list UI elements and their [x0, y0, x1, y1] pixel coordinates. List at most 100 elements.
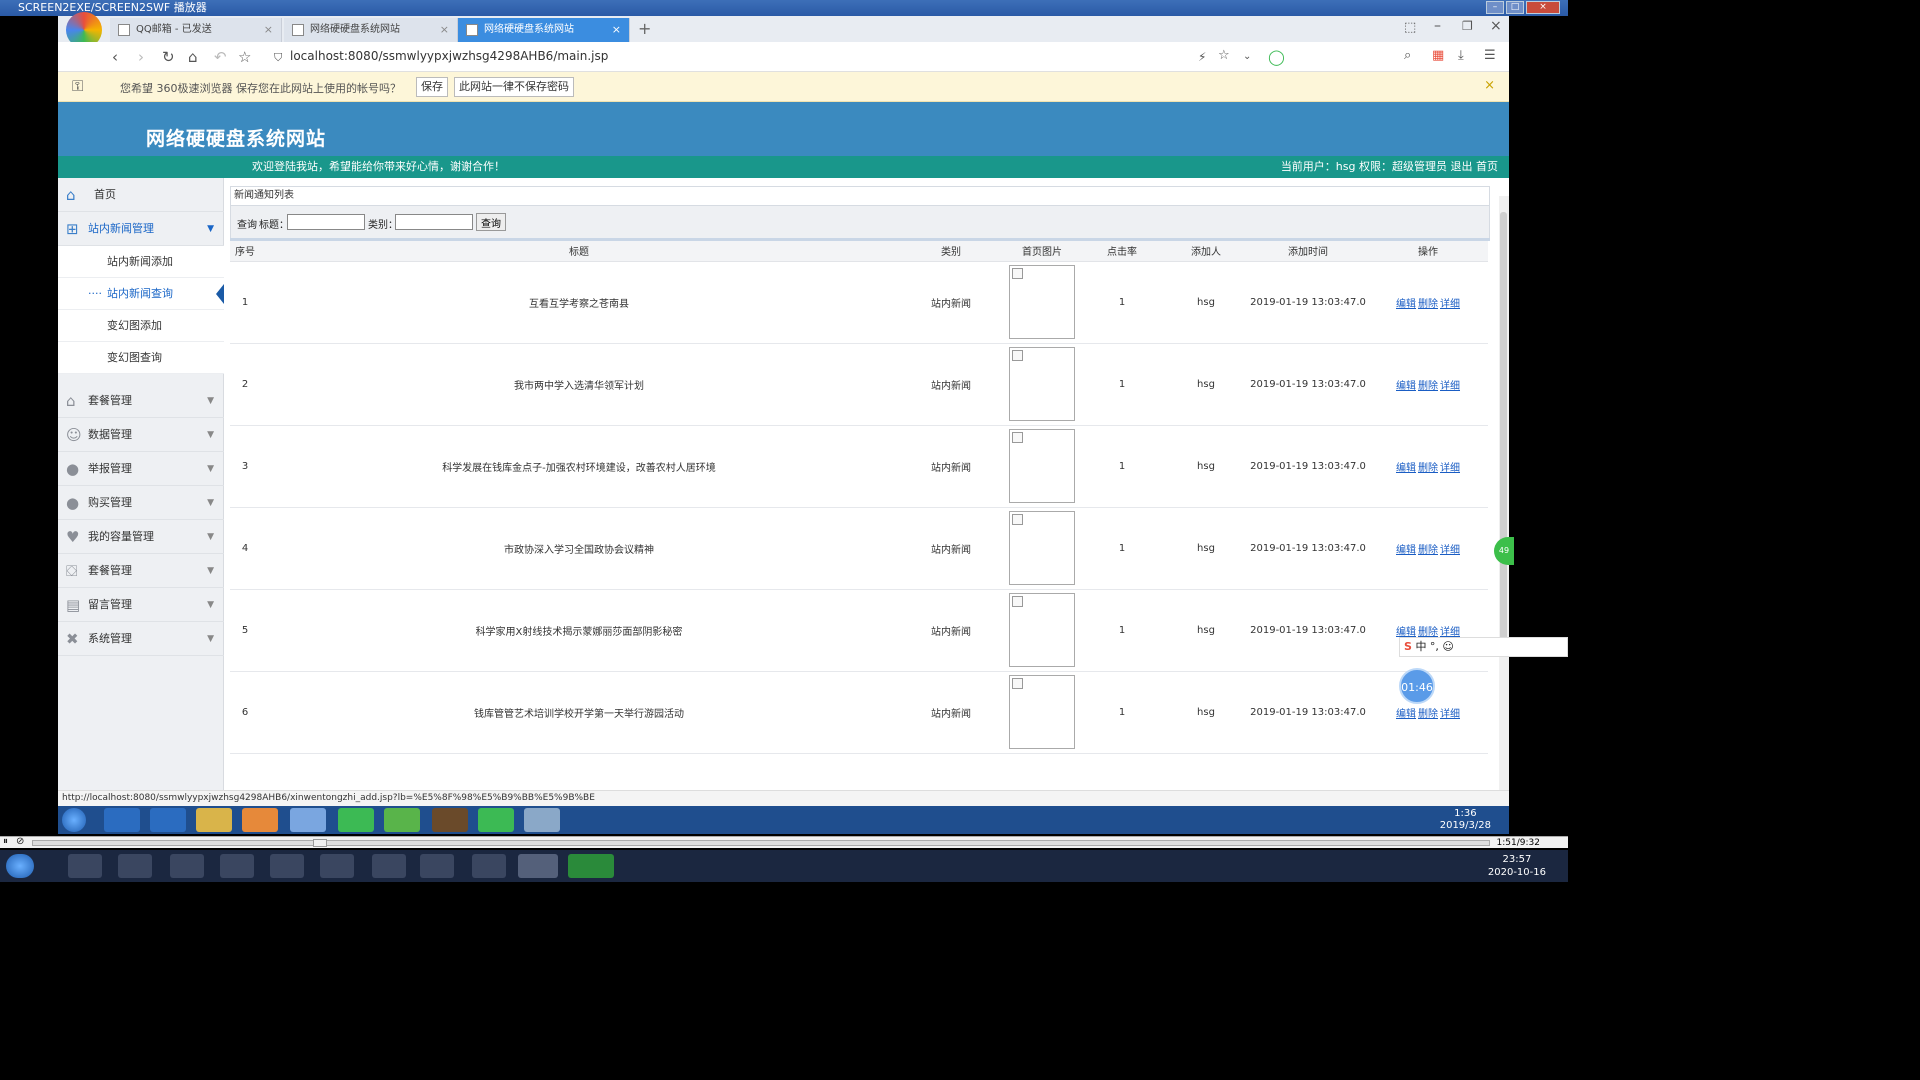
sidebar-item-purchase[interactable]: ● 购买管理 ▼	[58, 486, 224, 520]
delete-link[interactable]: 删除	[1418, 545, 1438, 556]
column-header[interactable]: 添加时间	[1248, 241, 1368, 262]
app-icon[interactable]	[118, 854, 152, 878]
close-infobar-icon[interactable]: ×	[1484, 78, 1495, 93]
network-ball[interactable]: 49	[1494, 537, 1514, 565]
column-header[interactable]: 序号	[230, 241, 260, 262]
media-player-icon[interactable]	[242, 808, 278, 832]
start-icon[interactable]	[62, 808, 86, 832]
ie-icon[interactable]	[150, 808, 186, 832]
search-button[interactable]: 查询	[476, 213, 506, 231]
sidebar-item-system[interactable]: ✖ 系统管理 ▼	[58, 622, 224, 656]
sidebar-item-package[interactable]: ⌂ 套餐管理 ▼	[58, 384, 224, 418]
column-header[interactable]: 点击率	[1080, 241, 1164, 262]
close-icon[interactable]: ×	[1526, 1, 1560, 14]
search-icon[interactable]: ⌕	[1404, 48, 1411, 63]
edit-link[interactable]: 编辑	[1396, 463, 1416, 474]
restore-icon[interactable]: ❐	[1462, 19, 1473, 33]
detail-link[interactable]: 详细	[1440, 545, 1460, 556]
reload-icon[interactable]: ↻	[162, 48, 175, 66]
forward-icon[interactable]: ›	[138, 48, 144, 66]
search-engine-icon[interactable]: ◯	[1268, 48, 1285, 66]
minimize-icon[interactable]: –	[1486, 1, 1504, 14]
save-password-button[interactable]: 保存	[416, 77, 448, 97]
home-icon[interactable]: ⌂	[188, 48, 198, 66]
ime-toolbar[interactable]: S 中 °, ☺	[1399, 637, 1568, 657]
edit-link[interactable]: 编辑	[1396, 709, 1416, 720]
leaf-app-icon[interactable]	[384, 808, 420, 832]
edit-link[interactable]: 编辑	[1396, 545, 1416, 556]
recording-timer[interactable]: 01:46	[1399, 668, 1435, 704]
url-field[interactable]: localhost:8080/ssmwlyypxjwzhsg4298AHB6/m…	[290, 49, 608, 63]
download-icon[interactable]: ⤓	[1458, 48, 1464, 63]
column-header[interactable]: 标题	[260, 241, 898, 262]
back-icon[interactable]: ‹	[112, 48, 118, 66]
detail-link[interactable]: 详细	[1440, 627, 1460, 638]
delete-link[interactable]: 删除	[1418, 381, 1438, 392]
column-header[interactable]: 首页图片	[1004, 241, 1080, 262]
app-icon[interactable]	[220, 854, 254, 878]
sidebar-item-report[interactable]: ● 举报管理 ▼	[58, 452, 224, 486]
new-tab-button[interactable]: +	[638, 19, 651, 38]
progress-thumb[interactable]	[313, 839, 327, 847]
column-header[interactable]: 类别	[898, 241, 1004, 262]
title-search-input[interactable]	[287, 214, 365, 230]
delete-link[interactable]: 删除	[1418, 627, 1438, 638]
tab-site-2[interactable]: 网络硬硬盘系统网站 ×	[458, 18, 630, 42]
delete-link[interactable]: 删除	[1418, 463, 1438, 474]
sidebar-sub-news-query[interactable]: ···· 站内新闻查询	[58, 278, 224, 310]
bookmark-star-icon[interactable]: ☆	[1218, 48, 1230, 63]
qq-icon[interactable]	[472, 854, 506, 878]
folder-icon[interactable]	[420, 854, 454, 878]
app-icon[interactable]	[170, 854, 204, 878]
browser-360-icon[interactable]	[290, 808, 326, 832]
edit-link[interactable]: 编辑	[1396, 381, 1416, 392]
detail-link[interactable]: 详细	[1440, 381, 1460, 392]
sidebar-item-message[interactable]: ▤ 留言管理 ▼	[58, 588, 224, 622]
menu-icon[interactable]: ☰	[1484, 48, 1496, 63]
close-icon[interactable]: ×	[440, 18, 449, 42]
never-save-button[interactable]: 此网站一律不保存密码	[454, 77, 574, 97]
sidebar-item-package-2[interactable]: ⛋ 套餐管理 ▼	[58, 554, 224, 588]
close-icon[interactable]: ×	[612, 18, 621, 42]
flash-icon[interactable]	[372, 854, 406, 878]
column-header[interactable]: 添加人	[1164, 241, 1248, 262]
tab-qqmail[interactable]: QQ邮箱 - 已发送 ×	[110, 18, 282, 42]
app-icon[interactable]	[270, 854, 304, 878]
shirt-icon[interactable]: ⬚	[1404, 20, 1416, 35]
detail-link[interactable]: 详细	[1440, 299, 1460, 310]
app-icon[interactable]	[320, 854, 354, 878]
apps-icon[interactable]: ▦	[1432, 48, 1444, 63]
lightning-icon[interactable]: ⚡	[1198, 50, 1206, 64]
user-info[interactable]: 当前用户：hsg 权限：超级管理员 退出 首页	[1281, 156, 1498, 178]
detail-link[interactable]: 详细	[1440, 463, 1460, 474]
category-search-input[interactable]	[395, 214, 473, 230]
stop-icon[interactable]: ⊘	[16, 836, 24, 847]
app-icon[interactable]	[104, 808, 140, 832]
undo-icon[interactable]: ↶	[214, 48, 227, 66]
green-app-icon[interactable]	[338, 808, 374, 832]
close-icon[interactable]: ×	[264, 18, 273, 42]
detail-link[interactable]: 详细	[1440, 709, 1460, 720]
folder-icon[interactable]	[196, 808, 232, 832]
tool-app-icon[interactable]	[432, 808, 468, 832]
sidebar-sub-slide-query[interactable]: 变幻图查询	[58, 342, 224, 374]
sidebar-item-news[interactable]: ⊞ 站内新闻管理 ▼	[58, 212, 224, 246]
sidebar-sub-news-add[interactable]: 站内新闻添加	[58, 246, 224, 278]
star-icon[interactable]: ☆	[238, 48, 251, 66]
start-icon[interactable]	[6, 854, 34, 878]
sidebar-sub-slide-add[interactable]: 变幻图添加	[58, 310, 224, 342]
edit-link[interactable]: 编辑	[1396, 299, 1416, 310]
app-icon[interactable]	[518, 854, 558, 878]
sidebar-item-home[interactable]: ⌂ 首页	[58, 178, 224, 212]
minimize-icon[interactable]: –	[1434, 18, 1441, 34]
music-app-icon[interactable]	[478, 808, 514, 832]
column-header[interactable]: 操作	[1368, 241, 1488, 262]
edit-link[interactable]: 编辑	[1396, 627, 1416, 638]
tab-site-1[interactable]: 网络硬硬盘系统网站 ×	[284, 18, 458, 42]
pause-icon[interactable]: ⏸	[3, 836, 8, 847]
delete-link[interactable]: 删除	[1418, 299, 1438, 310]
delete-link[interactable]: 删除	[1418, 709, 1438, 720]
chrome-icon[interactable]	[68, 854, 102, 878]
scrollbar-thumb[interactable]	[1500, 212, 1507, 652]
sidebar-item-data[interactable]: ☺ 数据管理 ▼	[58, 418, 224, 452]
